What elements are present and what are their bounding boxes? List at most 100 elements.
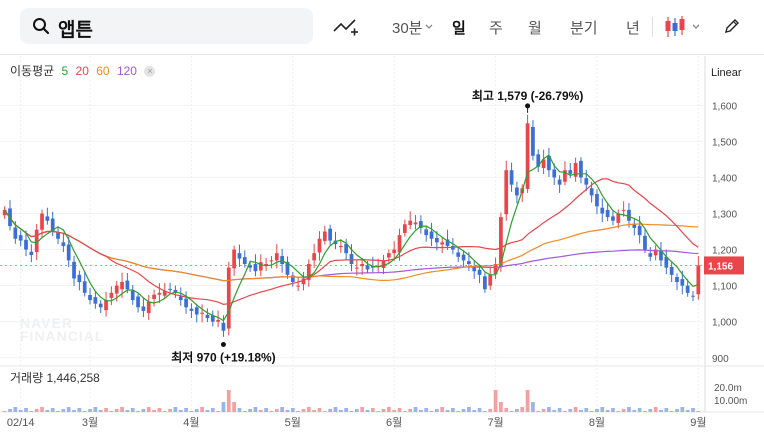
candle-body[interactable]: [18, 235, 23, 241]
candle-body[interactable]: [365, 265, 370, 270]
candle-body[interactable]: [104, 300, 108, 311]
volume-bar: [136, 411, 140, 412]
candle-body[interactable]: [552, 169, 557, 178]
candle-body[interactable]: [72, 261, 76, 279]
candle-body[interactable]: [349, 253, 354, 264]
candle-body[interactable]: [643, 235, 647, 250]
candle-body[interactable]: [322, 231, 327, 241]
candle-body[interactable]: [226, 267, 231, 329]
candle-body[interactable]: [269, 260, 274, 262]
candle-body[interactable]: [45, 216, 50, 221]
candle-body[interactable]: [237, 253, 242, 259]
candle-body[interactable]: [136, 296, 140, 308]
candle-body[interactable]: [504, 170, 509, 215]
candle-body[interactable]: [130, 290, 135, 301]
scale-label[interactable]: Linear: [711, 67, 742, 79]
candle-body[interactable]: [392, 249, 397, 254]
candle-body[interactable]: [413, 222, 418, 225]
candle-body[interactable]: [194, 307, 199, 315]
candle-body[interactable]: [152, 294, 156, 299]
candle-body[interactable]: [216, 319, 220, 322]
candle-body[interactable]: [296, 285, 301, 287]
candle-body[interactable]: [61, 242, 66, 246]
candle-body[interactable]: [189, 308, 194, 311]
candle-body[interactable]: [317, 238, 322, 253]
candle-body[interactable]: [82, 281, 87, 293]
candle-body[interactable]: [157, 292, 162, 295]
candle-body[interactable]: [178, 296, 183, 301]
candle-body[interactable]: [467, 261, 471, 264]
candle-body[interactable]: [29, 251, 34, 255]
candle-body[interactable]: [461, 254, 466, 261]
candle-body[interactable]: [483, 276, 487, 290]
candle-body[interactable]: [93, 297, 98, 304]
candle-body[interactable]: [589, 188, 594, 196]
candle-body[interactable]: [515, 187, 519, 196]
candle-body[interactable]: [354, 267, 359, 269]
candle-body[interactable]: [611, 216, 615, 221]
candle-body[interactable]: [200, 312, 204, 314]
candle-body[interactable]: [595, 194, 599, 207]
candle-body[interactable]: [637, 225, 642, 236]
candle-body[interactable]: [680, 279, 685, 286]
candle-body[interactable]: [221, 322, 226, 331]
candle-body[interactable]: [88, 295, 92, 301]
candle-body[interactable]: [408, 220, 413, 226]
candle-body[interactable]: [568, 170, 573, 174]
candle-body[interactable]: [627, 209, 631, 221]
candle-body[interactable]: [205, 314, 210, 319]
candle-body[interactable]: [168, 288, 172, 290]
candle-body[interactable]: [605, 209, 610, 218]
candle-body[interactable]: [120, 282, 124, 290]
candle-body[interactable]: [360, 264, 365, 267]
volume-bar: [621, 409, 626, 412]
candle-body[interactable]: [488, 274, 493, 286]
candle-body[interactable]: [264, 264, 268, 265]
candle-body[interactable]: [685, 285, 690, 293]
candle-body[interactable]: [648, 253, 653, 257]
candle-body[interactable]: [456, 252, 461, 257]
candle-body[interactable]: [40, 213, 44, 230]
candle-body[interactable]: [312, 253, 317, 261]
candle-body[interactable]: [402, 224, 407, 233]
candle-body[interactable]: [584, 178, 589, 185]
candle-body[interactable]: [477, 269, 482, 275]
candle-body[interactable]: [141, 306, 146, 311]
candle-body[interactable]: [98, 303, 103, 308]
candle-body[interactable]: [66, 244, 71, 261]
candle-body[interactable]: [274, 253, 279, 261]
candle-body[interactable]: [440, 242, 445, 245]
candle-body[interactable]: [579, 160, 583, 178]
candle-body[interactable]: [669, 266, 674, 275]
candle-body[interactable]: [381, 260, 386, 268]
candle-body[interactable]: [56, 232, 60, 239]
candle-body[interactable]: [125, 280, 130, 290]
candle-body[interactable]: [114, 285, 119, 294]
candle-body[interactable]: [24, 239, 28, 250]
candle-body[interactable]: [338, 245, 343, 248]
candle-body[interactable]: [557, 179, 562, 185]
candle-body[interactable]: [675, 276, 679, 283]
candle-body[interactable]: [691, 295, 695, 297]
candle-body[interactable]: [435, 238, 439, 243]
candle-body[interactable]: [386, 253, 391, 258]
close-icon[interactable]: ×: [144, 66, 156, 78]
candle-body[interactable]: [280, 256, 285, 264]
candle-body[interactable]: [109, 292, 114, 298]
candle-body[interactable]: [621, 209, 626, 211]
candle-body[interactable]: [429, 231, 434, 239]
candle-body[interactable]: [184, 298, 188, 308]
candle-body[interactable]: [77, 274, 82, 283]
candle-body[interactable]: [600, 207, 605, 214]
candle-body[interactable]: [253, 264, 258, 272]
candle-body[interactable]: [242, 257, 247, 264]
candle-body[interactable]: [13, 227, 18, 239]
volume-bar: [381, 409, 386, 412]
candle-body[interactable]: [472, 267, 477, 272]
candle-body[interactable]: [146, 301, 151, 314]
candle-body[interactable]: [696, 265, 701, 295]
candle-body[interactable]: [328, 228, 333, 241]
candle-body[interactable]: [509, 170, 514, 185]
candle-body[interactable]: [424, 229, 429, 236]
candle-body[interactable]: [531, 126, 535, 156]
